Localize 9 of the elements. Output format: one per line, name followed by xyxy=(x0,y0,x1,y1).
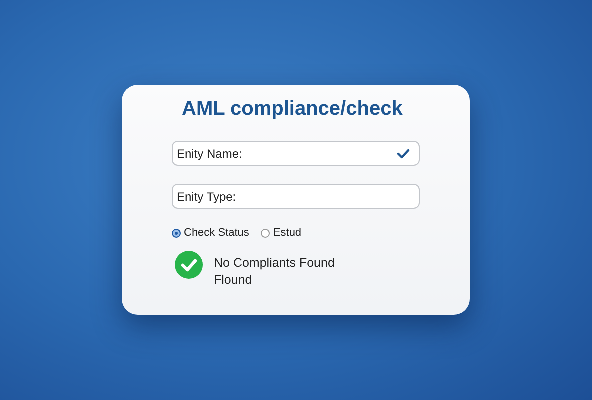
radio-label[interactable]: Estud xyxy=(273,225,302,242)
radio-button[interactable] xyxy=(172,228,181,238)
radio-label[interactable]: Check Status xyxy=(184,225,250,242)
result-text: No Compliants Found xyxy=(214,254,335,272)
radio-button[interactable] xyxy=(261,228,270,238)
text-field[interactable]: Enity Name: xyxy=(172,141,420,166)
result-text: Flound xyxy=(214,272,254,288)
card-title: AML compliance/check xyxy=(182,97,404,121)
text-field[interactable]: Enity Type: xyxy=(172,184,420,209)
